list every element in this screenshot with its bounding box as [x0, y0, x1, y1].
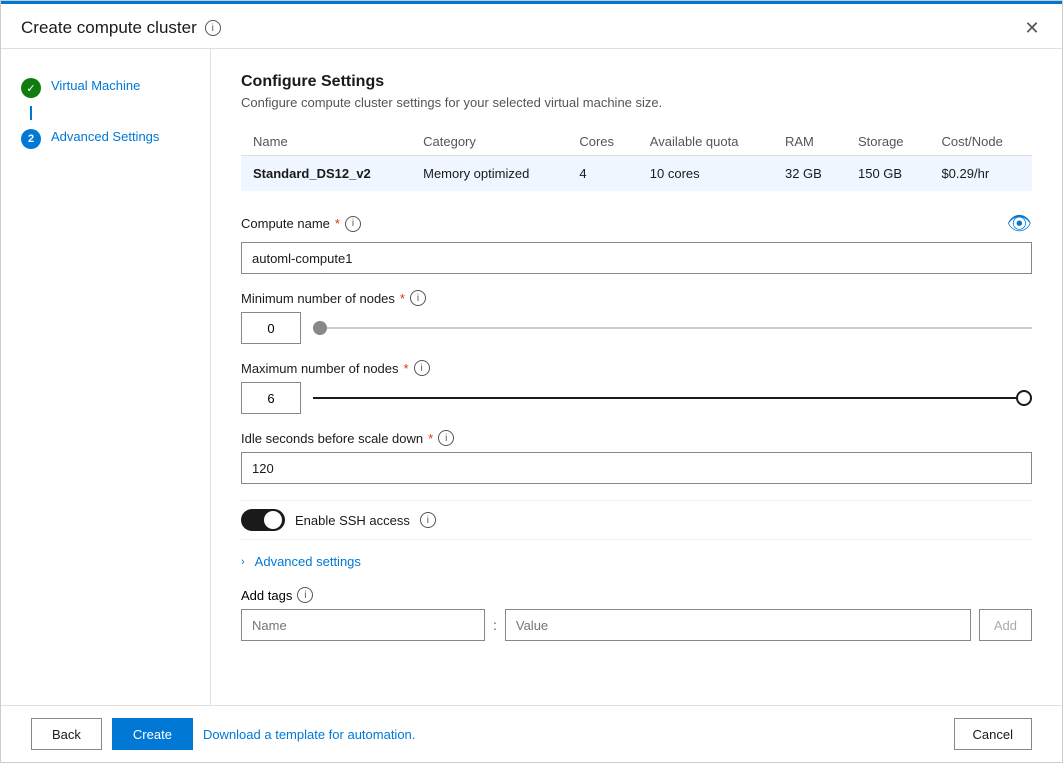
- table-row[interactable]: Standard_DS12_v2 Memory optimized 4 10 c…: [241, 156, 1032, 192]
- tags-name-input[interactable]: [241, 609, 485, 641]
- ssh-toggle-row: Enable SSH access i: [241, 500, 1032, 540]
- min-nodes-slider-row: [241, 312, 1032, 344]
- min-nodes-group: Minimum number of nodes * i: [241, 290, 1032, 344]
- compute-name-label: Compute name * i 👁: [241, 211, 1032, 236]
- col-header-name: Name: [241, 128, 411, 156]
- tags-info-icon[interactable]: i: [297, 587, 313, 603]
- vm-category: Memory optimized: [411, 156, 567, 192]
- idle-seconds-label: Idle seconds before scale down * i: [241, 430, 1032, 446]
- step-number: 2: [21, 129, 41, 149]
- tags-value-input[interactable]: [505, 609, 971, 641]
- min-nodes-info-icon[interactable]: i: [410, 290, 426, 306]
- toggle-thumb: [264, 511, 282, 529]
- dialog-header: Create compute cluster i ✕: [1, 4, 1062, 49]
- section-subtitle: Configure compute cluster settings for y…: [241, 95, 1032, 110]
- max-nodes-slider[interactable]: [313, 397, 1032, 399]
- step-check: ✓: [21, 78, 41, 98]
- col-header-cost: Cost/Node: [929, 128, 1032, 156]
- add-tags-label-row: Add tags i: [241, 587, 1032, 603]
- download-template-link[interactable]: Download a template for automation.: [203, 727, 415, 742]
- required-star-max: *: [404, 361, 409, 376]
- vm-quota: 10 cores: [638, 156, 773, 192]
- main-content: Configure Settings Configure compute clu…: [211, 49, 1062, 705]
- dialog-title: Create compute cluster: [21, 18, 197, 38]
- max-nodes-input[interactable]: [241, 382, 301, 414]
- step-check-indicator: ✓: [21, 78, 41, 98]
- col-header-storage: Storage: [846, 128, 929, 156]
- close-button[interactable]: ✕: [1022, 18, 1042, 38]
- compute-name-wrapper: [241, 242, 1032, 274]
- min-nodes-slider[interactable]: [313, 327, 1032, 329]
- idle-seconds-group: Idle seconds before scale down * i: [241, 430, 1032, 484]
- add-tags-group: Add tags i : Add: [241, 587, 1032, 641]
- create-compute-dialog: Create compute cluster i ✕ ✓ Virtual Mac…: [0, 0, 1063, 763]
- tags-colon: :: [493, 617, 497, 633]
- vm-cost: $0.29/hr: [929, 156, 1032, 192]
- idle-seconds-info-icon[interactable]: i: [438, 430, 454, 446]
- col-header-category: Category: [411, 128, 567, 156]
- max-nodes-slider-container: [313, 397, 1032, 399]
- dialog-footer: Back Create Download a template for auto…: [1, 705, 1062, 762]
- col-header-cores: Cores: [567, 128, 637, 156]
- sidebar-item-advanced-settings[interactable]: 2 Advanced Settings: [1, 120, 210, 157]
- title-info-icon[interactable]: i: [205, 20, 221, 36]
- sidebar-item-label-advanced: Advanced Settings: [51, 128, 159, 146]
- back-button[interactable]: Back: [31, 718, 102, 750]
- max-nodes-info-icon[interactable]: i: [414, 360, 430, 376]
- min-nodes-label: Minimum number of nodes * i: [241, 290, 1032, 306]
- col-header-ram: RAM: [773, 128, 846, 156]
- tags-add-button[interactable]: Add: [979, 609, 1032, 641]
- idle-seconds-input[interactable]: [241, 452, 1032, 484]
- required-star-min: *: [400, 291, 405, 306]
- min-nodes-input[interactable]: [241, 312, 301, 344]
- max-nodes-group: Maximum number of nodes * i: [241, 360, 1032, 414]
- compute-name-group: Compute name * i 👁: [241, 211, 1032, 274]
- section-title: Configure Settings: [241, 73, 1032, 91]
- ssh-toggle-label: Enable SSH access: [295, 513, 410, 528]
- advanced-settings-row[interactable]: › Advanced settings: [241, 554, 1032, 569]
- max-nodes-label: Maximum number of nodes * i: [241, 360, 1032, 376]
- vm-cores: 4: [567, 156, 637, 192]
- ssh-toggle[interactable]: [241, 509, 285, 531]
- dialog-body: ✓ Virtual Machine 2 Advanced Settings Co…: [1, 49, 1062, 705]
- min-nodes-slider-container: [313, 327, 1032, 329]
- visibility-icon[interactable]: 👁: [1007, 211, 1032, 236]
- step-number-indicator: 2: [21, 129, 41, 149]
- vm-table: Name Category Cores Available quota RAM …: [241, 128, 1032, 191]
- tags-row: : Add: [241, 609, 1032, 641]
- required-star-idle: *: [428, 431, 433, 446]
- sidebar-connector: [30, 106, 32, 120]
- dialog-title-row: Create compute cluster i: [21, 18, 221, 38]
- advanced-settings-label: Advanced settings: [255, 554, 361, 569]
- vm-name: Standard_DS12_v2: [241, 156, 411, 192]
- compute-name-input[interactable]: [241, 242, 1032, 274]
- required-star: *: [335, 216, 340, 231]
- max-nodes-slider-row: [241, 382, 1032, 414]
- cancel-button[interactable]: Cancel: [954, 718, 1032, 750]
- sidebar-item-label-vm: Virtual Machine: [51, 77, 140, 95]
- add-tags-label: Add tags: [241, 588, 292, 603]
- vm-ram: 32 GB: [773, 156, 846, 192]
- create-button[interactable]: Create: [112, 718, 193, 750]
- compute-name-info-icon[interactable]: i: [345, 216, 361, 232]
- col-header-quota: Available quota: [638, 128, 773, 156]
- sidebar: ✓ Virtual Machine 2 Advanced Settings: [1, 49, 211, 705]
- chevron-right-icon: ›: [241, 556, 245, 568]
- sidebar-item-virtual-machine[interactable]: ✓ Virtual Machine: [1, 69, 210, 106]
- ssh-info-icon[interactable]: i: [420, 512, 436, 528]
- vm-storage: 150 GB: [846, 156, 929, 192]
